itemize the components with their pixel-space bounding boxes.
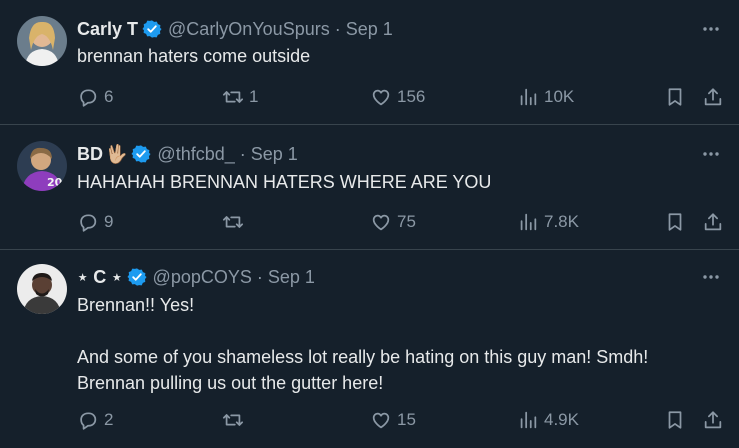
display-name[interactable]: ⋆ C ⋆	[77, 267, 123, 288]
reply-button[interactable]: 2	[77, 406, 113, 434]
bookmark-button[interactable]	[664, 83, 686, 111]
display-name[interactable]: Carly T	[77, 19, 138, 40]
views-button[interactable]: 10K	[517, 83, 574, 111]
like-button[interactable]: 75	[370, 208, 416, 236]
reply-count: 2	[104, 410, 114, 429]
heart-icon	[372, 89, 390, 106]
timeline-feed: Carly T @CarlyOnYouSpurs · Sep 1 brennan…	[0, 0, 739, 448]
tweet-actions: 2 15 4.9K	[0, 406, 739, 434]
more-options-icon[interactable]	[699, 142, 723, 166]
views-chart-icon	[520, 88, 537, 106]
like-count: 156	[397, 87, 426, 106]
more-options-icon[interactable]	[699, 17, 723, 41]
views-button[interactable]: 7.8K	[517, 208, 579, 236]
share-button[interactable]	[702, 208, 724, 236]
retweet-button[interactable]	[222, 208, 249, 236]
avatar[interactable]	[17, 16, 67, 66]
separator-dot: ·	[239, 143, 246, 164]
tweet-header: ⋆ C ⋆ @popCOYS · Sep 1	[77, 265, 315, 289]
like-count: 75	[397, 212, 416, 231]
retweet-icon	[222, 216, 244, 228]
reply-icon	[80, 214, 97, 232]
reply-icon	[80, 89, 97, 107]
views-count: 7.8K	[544, 212, 579, 231]
heart-icon	[372, 412, 390, 429]
verified-badge-icon	[127, 268, 147, 286]
bookmark-icon	[668, 213, 682, 231]
share-icon	[704, 88, 722, 106]
like-button[interactable]: 15	[370, 406, 416, 434]
like-count: 15	[397, 410, 416, 429]
reply-button[interactable]: 6	[77, 83, 113, 111]
display-name[interactable]: BD	[77, 144, 103, 165]
views-chart-icon	[520, 411, 537, 429]
tweet-header: Carly T @CarlyOnYouSpurs · Sep 1	[77, 17, 393, 41]
reply-icon	[80, 412, 97, 430]
retweet-icon	[222, 91, 244, 103]
tweet-card[interactable]: Carly T @CarlyOnYouSpurs · Sep 1 brennan…	[0, 0, 739, 125]
vulcan-salute-emoji: 🖖🏼	[105, 143, 128, 164]
tweet-text: brennan haters come outside	[77, 46, 311, 66]
views-button[interactable]: 4.9K	[517, 406, 579, 434]
retweet-count: 1	[249, 87, 259, 106]
reply-count: 9	[104, 212, 114, 231]
tweet-card[interactable]: 20 BD 🖖🏼 @thfcbd_ · Sep 1 HAHAHAH BRENNA…	[0, 125, 739, 250]
bookmark-button[interactable]	[664, 406, 686, 434]
user-handle[interactable]: @thfcbd_	[157, 144, 234, 165]
like-button[interactable]: 156	[370, 83, 425, 111]
retweet-button[interactable]	[222, 406, 249, 434]
tweet-text: HAHAHAH BRENNAN HATERS WHERE ARE YOU	[77, 172, 492, 192]
tweet-date[interactable]: Sep 1	[251, 144, 298, 165]
bookmark-button[interactable]	[664, 208, 686, 236]
verified-badge-icon	[131, 145, 151, 163]
reply-count: 6	[104, 87, 114, 106]
user-handle[interactable]: @popCOYS	[153, 267, 252, 288]
user-handle[interactable]: @CarlyOnYouSpurs	[168, 19, 330, 40]
tweet-text: Brennan!! Yes! And some of you shameless…	[77, 295, 649, 393]
reply-button[interactable]: 9	[77, 208, 113, 236]
share-icon	[704, 213, 722, 231]
views-count: 4.9K	[544, 410, 579, 429]
tweet-card[interactable]: ⋆ C ⋆ @popCOYS · Sep 1 Brennan!! Yes! An…	[0, 250, 739, 448]
tweet-actions: 9 75 7.8K	[0, 208, 739, 236]
retweet-button[interactable]: 1	[222, 83, 258, 111]
avatar[interactable]	[17, 264, 67, 314]
share-button[interactable]	[702, 406, 724, 434]
separator-dot: ·	[334, 18, 341, 39]
avatar[interactable]: 20	[17, 141, 67, 191]
bookmark-icon	[668, 88, 682, 106]
bookmark-icon	[668, 411, 682, 429]
heart-icon	[372, 214, 390, 231]
views-count: 10K	[544, 87, 575, 106]
svg-text:20: 20	[47, 176, 63, 189]
more-options-icon[interactable]	[699, 265, 723, 289]
share-icon	[704, 411, 722, 429]
views-chart-icon	[520, 213, 537, 231]
share-button[interactable]	[702, 83, 724, 111]
tweet-date[interactable]: Sep 1	[268, 267, 315, 288]
tweet-date[interactable]: Sep 1	[346, 19, 393, 40]
separator-dot: ·	[256, 266, 263, 287]
verified-badge-icon	[142, 20, 162, 38]
tweet-header: BD 🖖🏼 @thfcbd_ · Sep 1	[77, 142, 298, 166]
retweet-icon	[222, 414, 244, 426]
tweet-actions: 6 1 156 10K	[0, 83, 739, 111]
